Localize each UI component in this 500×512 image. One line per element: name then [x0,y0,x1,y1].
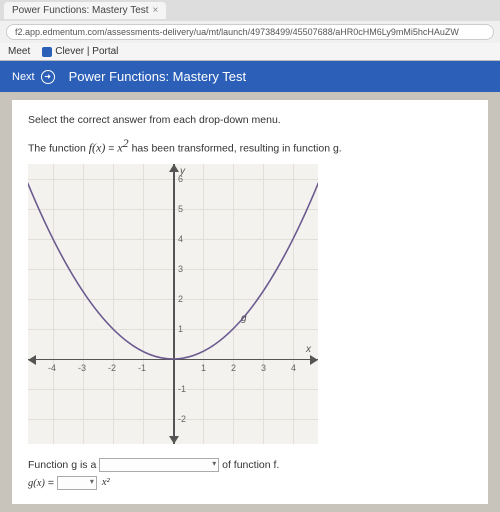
gx-eq: = [48,476,57,488]
fn-rhs-exp: 2 [123,136,129,150]
browser-chrome: Power Functions: Mastery Test × f2.app.e… [0,0,500,61]
dropdown-coefficient[interactable] [57,476,97,490]
fn-lhs: f(x) [89,141,106,155]
gx-lhs: g(x) [28,477,45,488]
series-label-g: g [241,313,247,324]
url-row: f2.app.edmentum.com/assessments-delivery… [0,21,500,43]
bookmark-clever[interactable]: Clever | Portal [42,46,118,57]
browser-tab[interactable]: Power Functions: Mastery Test × [4,2,166,19]
next-label: Next [12,71,35,83]
close-icon[interactable]: × [153,5,159,16]
answer-line-1: Function g is a of function f. [28,458,472,472]
answer-block: Function g is a of function f. g(x) = x² [28,458,472,490]
fn-suffix: has been transformed, resulting in funct… [132,143,342,155]
tab-title: Power Functions: Mastery Test [12,5,149,16]
content-wrap: Select the correct answer from each drop… [0,92,500,512]
instruction-text: Select the correct answer from each drop… [28,114,472,126]
page-title: Power Functions: Mastery Test [69,69,247,84]
arrow-right-icon: ➜ [41,70,55,84]
function-line: The function f(x) = x2 has been transfor… [28,136,472,156]
dropdown-transform-type[interactable] [99,458,219,472]
clever-icon [42,47,52,57]
bookmarks-bar: Meet Clever | Portal [0,43,500,60]
gx-x2: x² [102,477,110,488]
tab-row: Power Functions: Mastery Test × [0,0,500,21]
next-button[interactable]: Next ➜ [12,70,55,84]
text: of function f. [222,458,279,470]
bookmark-label: Meet [8,46,30,57]
graph: y x -4 -3 -2 -1 1 2 3 4 -2 -1 1 2 3 4 5 … [28,164,318,444]
bookmark-meet[interactable]: Meet [8,46,30,57]
app-header: Next ➜ Power Functions: Mastery Test [0,61,500,92]
url-bar[interactable]: f2.app.edmentum.com/assessments-delivery… [6,24,494,40]
bookmark-label: Clever | Portal [55,46,118,57]
question-panel: Select the correct answer from each drop… [12,100,488,504]
curve-g [28,164,318,444]
answer-line-2: g(x) = x² [28,476,472,490]
fn-eq: = [108,143,117,155]
text: Function g is a [28,458,99,470]
fn-prefix: The function [28,143,89,155]
